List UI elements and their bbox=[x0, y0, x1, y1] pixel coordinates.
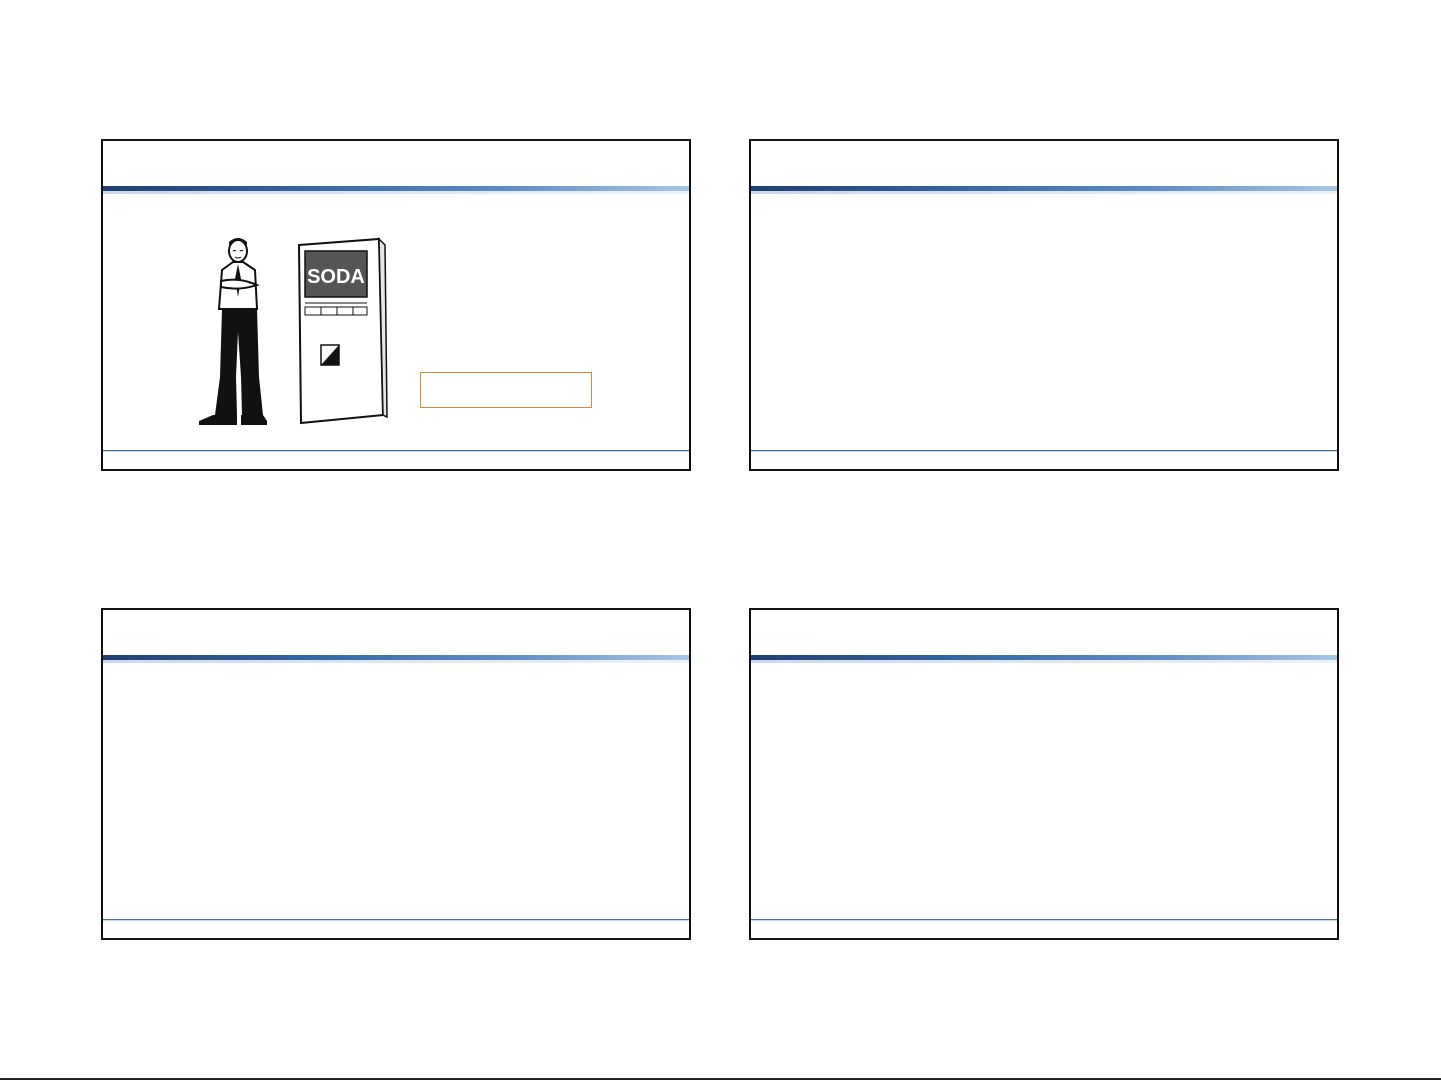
soda-machine-icon: SODA bbox=[297, 237, 388, 425]
slide-4 bbox=[749, 608, 1339, 940]
machine-sign-text: SODA bbox=[307, 266, 365, 288]
slide-3 bbox=[101, 608, 691, 940]
page-bottom-rule bbox=[0, 1078, 1441, 1080]
slide-1: SODA bbox=[101, 139, 691, 471]
title-divider bbox=[103, 186, 689, 194]
man-arms-crossed-icon bbox=[199, 238, 267, 425]
slide-2 bbox=[749, 139, 1339, 471]
title-divider bbox=[751, 655, 1337, 663]
footer-divider bbox=[103, 450, 689, 452]
title-divider bbox=[103, 655, 689, 663]
footer-divider bbox=[751, 450, 1337, 452]
answer-box bbox=[420, 372, 592, 408]
title-divider bbox=[751, 186, 1337, 194]
footer-divider bbox=[751, 919, 1337, 921]
footer-divider bbox=[103, 919, 689, 921]
vending-illustration: SODA bbox=[199, 237, 388, 425]
